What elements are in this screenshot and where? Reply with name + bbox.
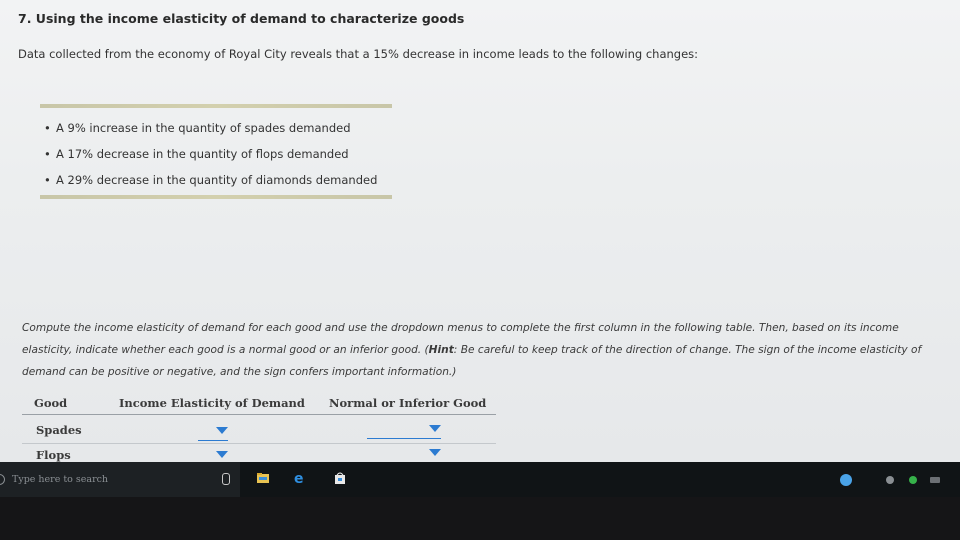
network-icon[interactable]: [886, 476, 894, 484]
file-explorer-icon[interactable]: [256, 471, 270, 485]
svg-text:e: e: [294, 471, 304, 485]
edge-icon[interactable]: e: [293, 471, 307, 485]
chevron-down-icon: [429, 425, 441, 432]
search-input[interactable]: Type here to search: [12, 474, 108, 485]
help-icon[interactable]: [840, 474, 852, 486]
row-label-flops: Flops: [36, 448, 71, 462]
laptop-bezel: [0, 497, 960, 540]
row-divider: [22, 443, 496, 444]
chevron-up-icon[interactable]: [866, 473, 874, 481]
chevron-down-icon: [429, 449, 441, 456]
windows-taskbar: Type here to search e: [0, 462, 960, 497]
question-title: 7. Using the income elasticity of demand…: [18, 11, 465, 26]
instructions: Compute the income elasticity of demand …: [22, 322, 922, 378]
column-header-type: Normal or Inferior Good: [329, 396, 487, 410]
type-dropdown-flops[interactable]: [367, 447, 441, 461]
change-list: • A 9% increase in the quantity of spades…: [44, 120, 377, 198]
elasticity-dropdown-flops[interactable]: [198, 449, 228, 462]
row-label-spades: Spades: [36, 423, 82, 437]
elasticity-dropdown-spades[interactable]: [198, 425, 228, 441]
battery-icon[interactable]: [930, 477, 940, 483]
bullet-box-bottom-rule: [40, 195, 392, 199]
column-header-elasticity: Income Elasticity of Demand: [119, 396, 305, 410]
search-icon: [0, 474, 5, 485]
browser-content: 7. Using the income elasticity of demand…: [0, 0, 960, 462]
table-header-rule: [22, 414, 496, 415]
status-icon[interactable]: [909, 476, 917, 484]
store-icon[interactable]: [333, 471, 347, 485]
taskbar-search[interactable]: Type here to search: [0, 462, 240, 497]
list-item: • A 9% increase in the quantity of spades…: [44, 121, 351, 135]
chevron-down-icon: [216, 427, 228, 434]
hint-label: Hint: [428, 344, 454, 356]
question-intro: Data collected from the economy of Royal…: [18, 47, 699, 61]
chevron-down-icon: [216, 451, 228, 458]
bullet-box-top-rule: [40, 104, 392, 108]
column-header-good: Good: [34, 396, 68, 410]
microphone-icon[interactable]: [222, 473, 230, 485]
type-dropdown-spades[interactable]: [367, 423, 441, 439]
list-item: • A 17% decrease in the quantity of flops…: [44, 147, 349, 161]
